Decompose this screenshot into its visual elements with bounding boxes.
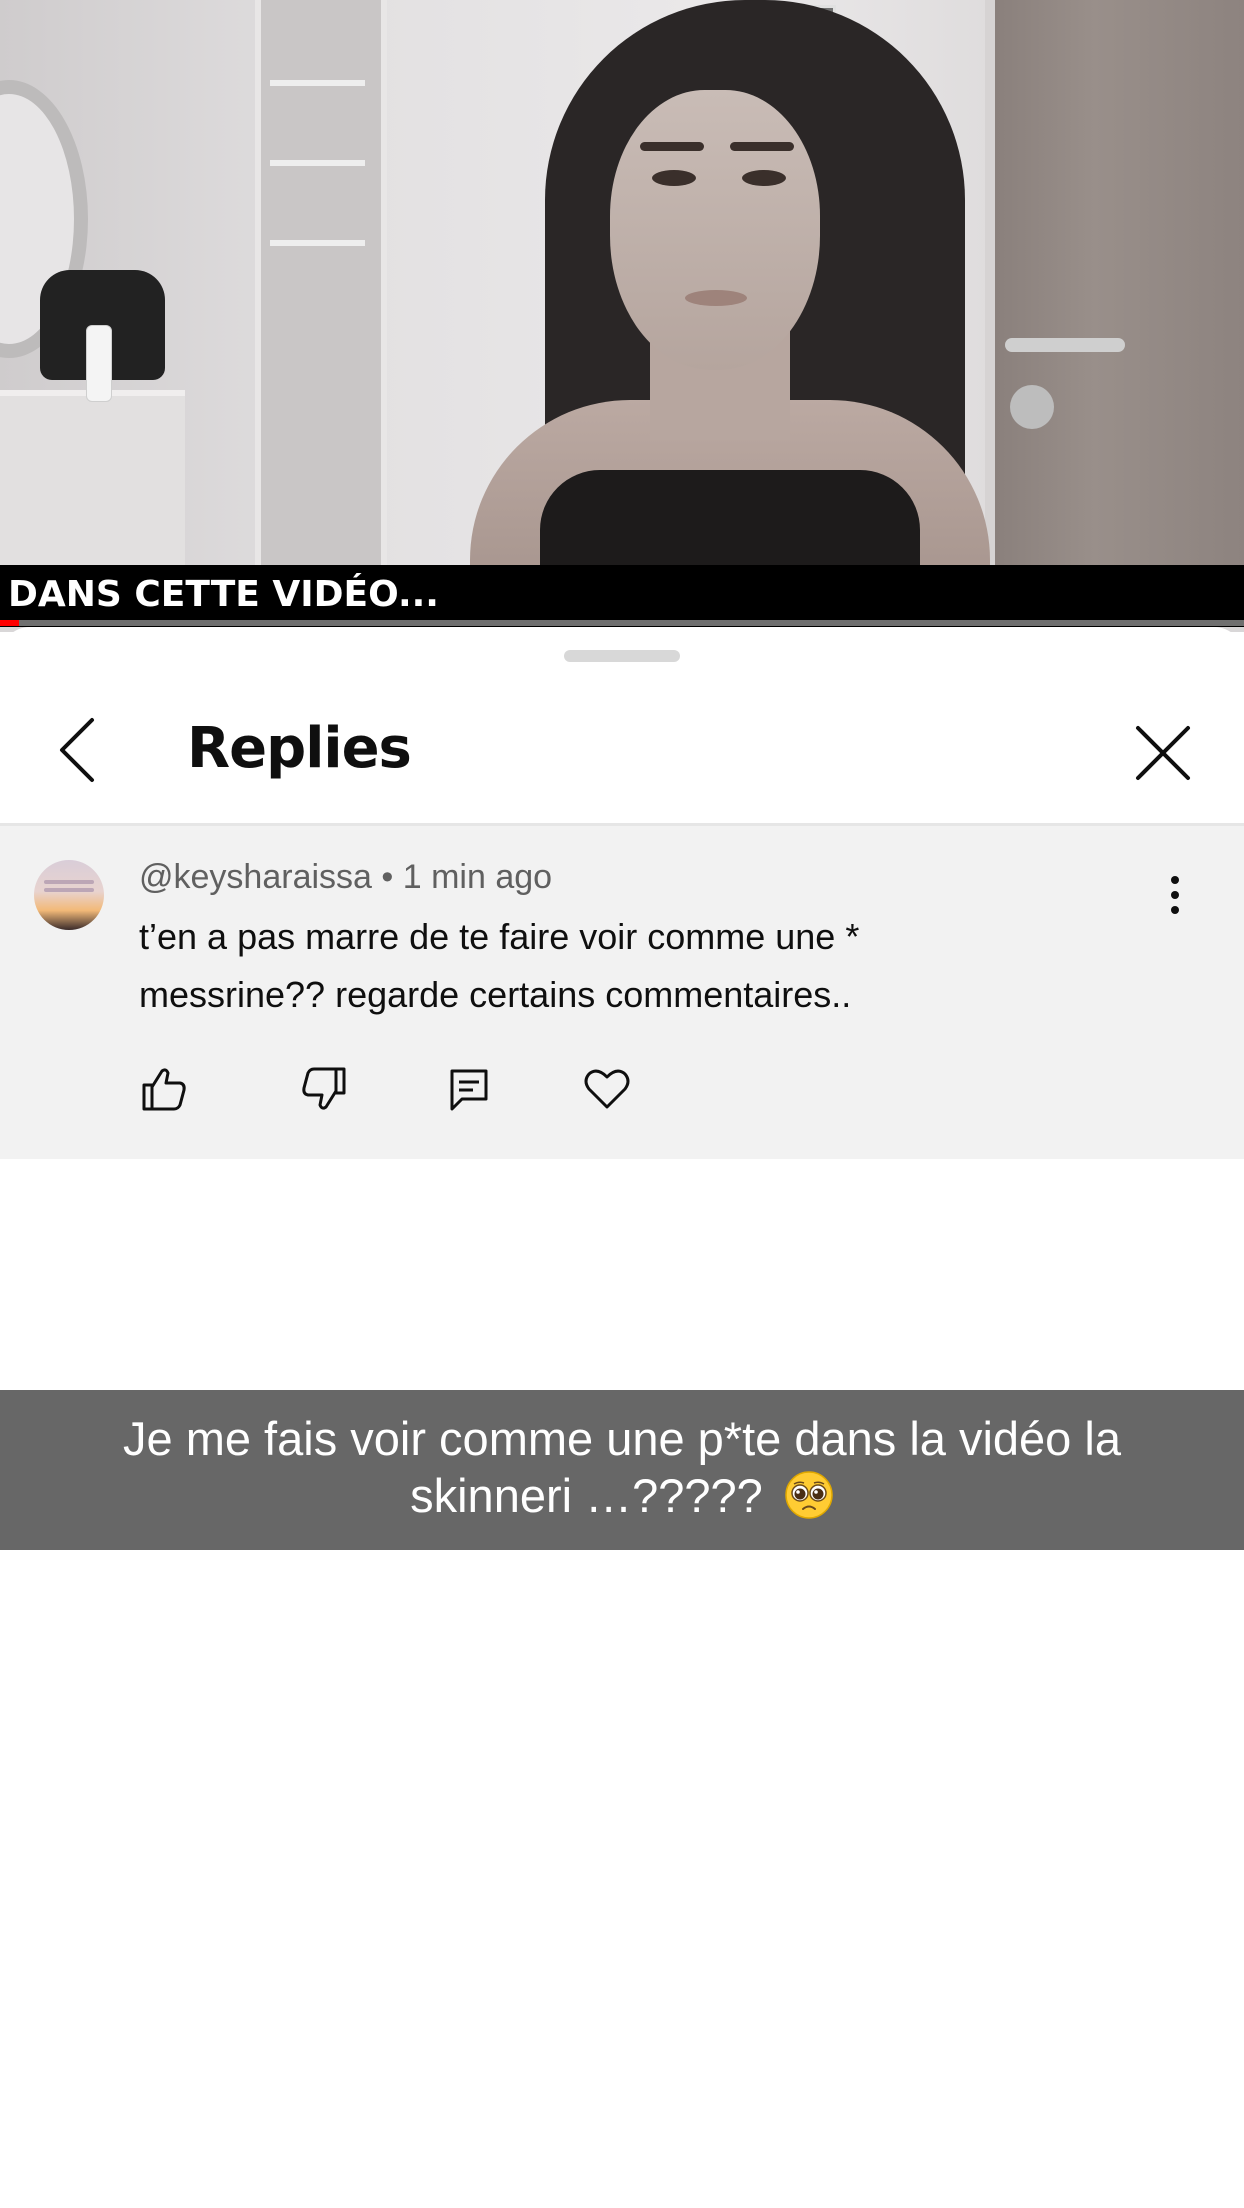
- video-person-face: [610, 90, 820, 370]
- video-caption: DANS CETTE VIDÉO...: [8, 574, 439, 615]
- close-icon: [1136, 726, 1190, 780]
- video-player[interactable]: DANS CETTE VIDÉO...: [0, 0, 1244, 632]
- video-person-eye: [742, 170, 786, 186]
- sheet-drag-handle[interactable]: [564, 650, 680, 662]
- video-progress-fill: [0, 620, 19, 626]
- more-options-button[interactable]: [1160, 872, 1190, 918]
- more-vertical-icon: [1171, 876, 1179, 914]
- video-person-eye: [652, 170, 696, 186]
- video-progress-track[interactable]: [0, 620, 1244, 626]
- comment-text-line: messrine?? regarde certains commentaires…: [139, 974, 852, 1015]
- comment-text: t’en a pas marre de te faire voir comme …: [139, 908, 1039, 1024]
- back-button[interactable]: [52, 712, 108, 788]
- video-shelf: [270, 80, 365, 86]
- video-shelf: [270, 160, 365, 166]
- reply-button[interactable]: [442, 1063, 494, 1115]
- video-dresser: [0, 390, 185, 571]
- heart-button[interactable]: [581, 1063, 633, 1115]
- like-button[interactable]: [138, 1063, 190, 1115]
- video-shelf: [270, 240, 365, 246]
- video-door: [995, 0, 1244, 565]
- comment-timestamp: 1 min ago: [402, 858, 553, 896]
- comment-text-line: t’en a pas marre de te faire voir comme …: [139, 916, 860, 957]
- chevron-left-icon: [60, 718, 94, 782]
- video-door-lock: [1010, 385, 1054, 429]
- heart-icon: [584, 1069, 630, 1109]
- pleading-face-emoji-icon: [785, 1471, 833, 1519]
- story-caption-line-text: skinneri …?????: [410, 1469, 763, 1522]
- thumbs-down-icon: [302, 1067, 346, 1110]
- sheet-title: Replies: [187, 716, 412, 781]
- avatar-detail: [44, 888, 94, 892]
- comment-author[interactable]: @keysharaissa: [139, 858, 372, 896]
- close-button[interactable]: [1130, 720, 1196, 786]
- video-person-brow: [640, 142, 704, 151]
- avatar[interactable]: [34, 860, 104, 930]
- video-person-brow: [730, 142, 794, 151]
- meta-separator: •: [381, 858, 394, 896]
- avatar-detail: [44, 880, 94, 884]
- video-bottle: [86, 325, 112, 402]
- reply-icon: [450, 1069, 488, 1111]
- story-caption-line2: skinneri …?????: [40, 1467, 1204, 1524]
- thumbs-up-icon: [142, 1068, 186, 1111]
- story-caption-line: Je me fais voir comme une p*te dans la v…: [123, 1412, 1121, 1465]
- video-door-handle: [1005, 338, 1125, 352]
- dislike-button[interactable]: [298, 1063, 350, 1115]
- video-person-lips: [685, 290, 747, 306]
- story-caption: Je me fais voir comme une p*te dans la v…: [40, 1410, 1204, 1524]
- comment-meta: @keysharaissa • 1 min ago: [139, 858, 552, 897]
